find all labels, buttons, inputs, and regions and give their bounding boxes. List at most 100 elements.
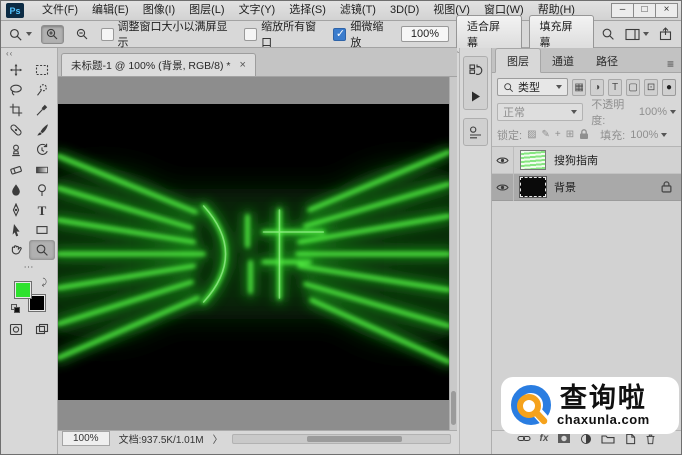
type-layers-filter-icon[interactable]: T bbox=[608, 78, 623, 96]
history-panel-icon[interactable] bbox=[464, 57, 487, 83]
move-tool[interactable] bbox=[3, 60, 29, 80]
delete-layer-icon[interactable] bbox=[645, 433, 656, 445]
eyedropper-tool[interactable] bbox=[29, 100, 55, 120]
layer-row-sogou[interactable]: 搜狗指南 bbox=[492, 146, 681, 174]
search-icon bbox=[504, 82, 514, 92]
vertical-scrollbar[interactable] bbox=[449, 77, 457, 430]
layer-mask-icon[interactable] bbox=[557, 433, 571, 444]
link-layers-icon[interactable] bbox=[516, 434, 531, 443]
layer-thumbnail[interactable] bbox=[520, 150, 546, 170]
layer-filter-dropdown[interactable]: 类型 bbox=[497, 78, 569, 96]
scrubby-zoom-checkbox[interactable] bbox=[333, 27, 347, 41]
screen-mode-button[interactable] bbox=[29, 319, 55, 339]
rectangle-tool[interactable] bbox=[29, 220, 55, 240]
document-tab[interactable]: 未标题-1 @ 100% (背景, RGB/8) * × bbox=[61, 53, 256, 76]
canvas-viewport[interactable] bbox=[58, 77, 449, 430]
filter-toggle-icon[interactable]: ● bbox=[662, 78, 677, 96]
spot-healing-brush-tool[interactable] bbox=[3, 120, 29, 140]
status-zoom-field[interactable]: 100% bbox=[62, 431, 110, 446]
adjustment-layer-icon[interactable] bbox=[580, 433, 592, 445]
fill-value: 100% bbox=[630, 128, 659, 141]
zoom-percent-field[interactable]: 100% bbox=[400, 26, 450, 42]
clone-stamp-tool[interactable] bbox=[3, 140, 29, 160]
current-tool-dropdown[interactable] bbox=[8, 27, 34, 42]
status-menu-arrow[interactable]: 〉 bbox=[213, 431, 223, 446]
maximize-button[interactable]: □ bbox=[633, 3, 656, 18]
layer-style-icon[interactable]: fx bbox=[540, 433, 549, 444]
workspace-switcher-icon[interactable] bbox=[625, 28, 650, 41]
tab-paths[interactable]: 路径 bbox=[585, 49, 629, 72]
visibility-toggle[interactable] bbox=[492, 173, 514, 201]
rectangular-marquee-tool[interactable] bbox=[29, 60, 55, 80]
tab-layers[interactable]: 图层 bbox=[495, 48, 541, 73]
zoom-in-button[interactable] bbox=[41, 24, 64, 44]
smart-objects-filter-icon[interactable]: ⊡ bbox=[644, 78, 659, 96]
hand-tool[interactable] bbox=[3, 240, 29, 260]
panel-tab-bar: 图层 通道 路径 ≡ bbox=[492, 48, 681, 73]
lock-position-icon[interactable]: + bbox=[555, 129, 561, 140]
watermark-title: 查询啦 bbox=[559, 383, 647, 413]
path-selection-tool[interactable] bbox=[3, 220, 29, 240]
history-brush-tool[interactable] bbox=[29, 140, 55, 160]
adjustment-layers-filter-icon[interactable]: ◑ bbox=[590, 78, 605, 96]
watermark-domain: chaxunla.com bbox=[557, 412, 650, 427]
eraser-tool[interactable] bbox=[3, 160, 29, 180]
swap-colors-icon[interactable]: ⤸ bbox=[42, 277, 47, 288]
fill-dropdown[interactable]: 100% bbox=[630, 128, 668, 141]
dodge-tool[interactable] bbox=[29, 180, 55, 200]
close-button[interactable]: × bbox=[655, 3, 678, 18]
lasso-tool[interactable] bbox=[3, 80, 29, 100]
actions-panel-icon[interactable] bbox=[464, 83, 487, 109]
minimize-button[interactable]: – bbox=[611, 3, 634, 18]
foreground-color-swatch[interactable] bbox=[14, 281, 32, 299]
tab-channels[interactable]: 通道 bbox=[541, 49, 585, 72]
tools-panel: ‹‹ T ⋯ ⤸ bbox=[1, 48, 58, 454]
vertical-scrollbar-thumb[interactable] bbox=[451, 391, 456, 425]
lock-label: 锁定: bbox=[497, 129, 523, 142]
layer-group-icon[interactable] bbox=[601, 433, 616, 444]
opacity-dropdown[interactable]: 100% bbox=[639, 106, 676, 118]
properties-panel-icon[interactable] bbox=[464, 119, 487, 145]
layer-name[interactable]: 搜狗指南 bbox=[554, 152, 598, 168]
horizontal-scrollbar[interactable] bbox=[231, 433, 451, 444]
gradient-tool[interactable] bbox=[29, 160, 55, 180]
blend-mode-dropdown[interactable]: 正常 bbox=[497, 103, 584, 121]
zoom-all-windows-checkbox[interactable] bbox=[244, 27, 258, 41]
new-layer-icon[interactable] bbox=[624, 433, 636, 445]
lock-all-icon[interactable] bbox=[579, 129, 589, 140]
quick-selection-tool[interactable] bbox=[29, 80, 55, 100]
lock-pixels-icon[interactable]: ✎ bbox=[542, 129, 550, 140]
brush-tool[interactable] bbox=[29, 120, 55, 140]
zoom-tool[interactable] bbox=[29, 240, 55, 260]
panel-menu-icon[interactable]: ≡ bbox=[667, 58, 674, 70]
shape-layers-filter-icon[interactable]: ▢ bbox=[626, 78, 641, 96]
resize-windows-label: 调整窗口大小以满屏显示 bbox=[117, 21, 228, 49]
pen-tool[interactable] bbox=[3, 200, 29, 220]
pixel-layers-filter-icon[interactable]: ▦ bbox=[572, 78, 587, 96]
edit-toolbar-button[interactable]: ⋯ bbox=[1, 262, 57, 273]
blur-tool[interactable] bbox=[3, 180, 29, 200]
collapse-tools-button[interactable]: ‹‹ bbox=[1, 48, 57, 60]
lock-transparent-icon[interactable]: ▨ bbox=[527, 129, 536, 140]
menu-file[interactable]: 文件(F) bbox=[35, 1, 85, 20]
zoom-all-windows-label: 缩放所有窗口 bbox=[261, 21, 317, 49]
default-colors-icon[interactable] bbox=[11, 304, 20, 313]
zoom-tool-icon bbox=[9, 28, 22, 41]
search-icon[interactable] bbox=[601, 27, 615, 41]
lock-artboard-icon[interactable]: ⊞ bbox=[566, 129, 574, 140]
canvas[interactable] bbox=[58, 104, 449, 400]
horizontal-scrollbar-thumb[interactable] bbox=[306, 435, 403, 442]
layer-name[interactable]: 背景 bbox=[554, 179, 576, 195]
visibility-toggle[interactable] bbox=[492, 146, 514, 174]
photoshop-window: Ps 文件(F) 编辑(E) 图像(I) 图层(L) 文字(Y) 选择(S) 滤… bbox=[0, 0, 682, 455]
layer-thumbnail[interactable] bbox=[519, 176, 547, 198]
tab-close-icon[interactable]: × bbox=[239, 59, 245, 71]
layer-row-background[interactable]: 背景 bbox=[492, 173, 681, 201]
share-icon[interactable] bbox=[659, 27, 672, 41]
zoom-out-button[interactable] bbox=[71, 25, 94, 44]
resize-windows-checkbox[interactable] bbox=[100, 27, 114, 41]
quick-mask-button[interactable] bbox=[3, 319, 29, 339]
crop-tool[interactable] bbox=[3, 100, 29, 120]
status-doc-size: 文档:937.5K/1.01M bbox=[118, 435, 204, 446]
type-tool[interactable]: T bbox=[29, 200, 55, 220]
